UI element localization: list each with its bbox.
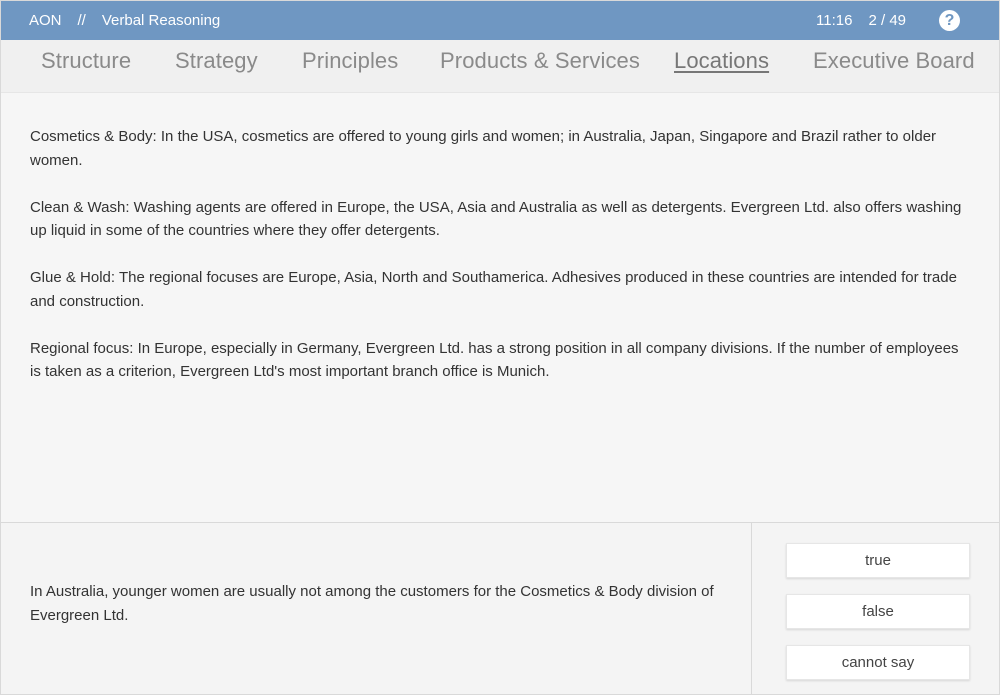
question-counter: 2 / 49: [868, 12, 906, 29]
panel-divider: [751, 523, 752, 694]
answer-cannot-say-button[interactable]: cannot say: [786, 645, 970, 680]
answer-true-button[interactable]: true: [786, 543, 970, 578]
tab-executive-board[interactable]: Executive Board: [813, 48, 975, 74]
passage-paragraph: Clean & Wash: Washing agents are offered…: [30, 196, 965, 243]
paragraph-text: In Europe, especially in Germany, Evergr…: [30, 339, 959, 381]
tab-principles[interactable]: Principles: [302, 48, 398, 74]
brand-label: AON: [29, 12, 62, 29]
question-statement: In Australia, younger women are usually …: [30, 583, 714, 624]
tab-bar: Structure Strategy Principles Products &…: [1, 40, 999, 93]
tab-strategy[interactable]: Strategy: [175, 48, 258, 74]
tab-locations[interactable]: Locations: [674, 48, 769, 74]
passage-paragraph: Glue & Hold: The regional focuses are Eu…: [30, 266, 965, 313]
question-panel: In Australia, younger women are usually …: [1, 522, 999, 694]
passage-text: Cosmetics & Body: In the USA, cosmetics …: [30, 125, 965, 407]
answer-options: true false cannot say: [786, 543, 970, 694]
app-window: AON // Verbal Reasoning 11:16 2 / 49 ? S…: [0, 0, 1000, 695]
paragraph-term: Glue & Hold:: [30, 269, 116, 286]
header-bar: AON // Verbal Reasoning 11:16 2 / 49 ?: [1, 1, 999, 40]
paragraph-text: Washing agents are offered in Europe, th…: [30, 198, 962, 240]
paragraph-text: The regional focuses are Europe, Asia, N…: [30, 269, 957, 310]
timer: 11:16: [816, 12, 853, 29]
section-title: Verbal Reasoning: [101, 12, 221, 29]
passage-paragraph: Cosmetics & Body: In the USA, cosmetics …: [30, 125, 965, 172]
paragraph-term: Cosmetics & Body:: [30, 128, 157, 145]
paragraph-term: Clean & Wash:: [30, 198, 130, 216]
tab-products-services[interactable]: Products & Services: [440, 48, 640, 74]
help-icon[interactable]: ?: [939, 10, 960, 31]
answer-false-button[interactable]: false: [786, 594, 970, 629]
header-status: 11:16 2 / 49 ?: [816, 1, 999, 40]
tab-structure[interactable]: Structure: [41, 48, 131, 74]
passage-paragraph: Regional focus: In Europe, especially in…: [30, 337, 965, 384]
breadcrumb-separator: //: [77, 12, 86, 29]
paragraph-term: Regional focus:: [30, 339, 134, 357]
paragraph-text: In the USA, cosmetics are offered to you…: [30, 128, 937, 169]
